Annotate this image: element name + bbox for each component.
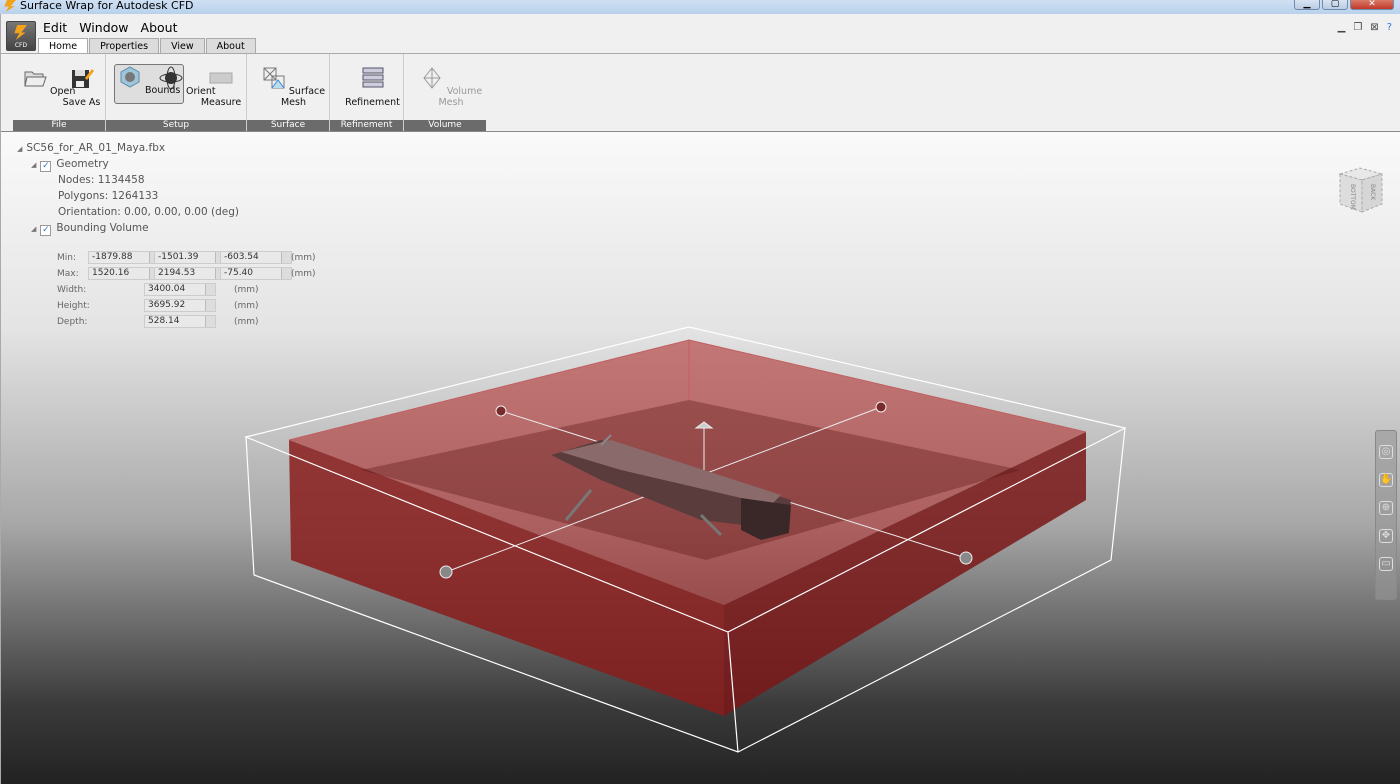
- group-surface: Surface Mesh Surface: [247, 54, 330, 131]
- group-setup: Bounds Orient Measure Setup: [106, 54, 247, 131]
- doc-minimize-icon[interactable]: ▁: [1338, 22, 1346, 33]
- depth-input[interactable]: 528.14: [144, 315, 216, 328]
- show-motion-icon[interactable]: ▭: [1379, 557, 1393, 571]
- tab-about[interactable]: About: [205, 38, 256, 54]
- view-cube[interactable]: BOTTOM BACK: [1336, 164, 1384, 214]
- axis-handle[interactable]: [875, 401, 887, 413]
- save-as-button[interactable]: Save As: [58, 66, 105, 108]
- width-label: Width:: [57, 285, 87, 295]
- geometry-orientation: Orientation: 0.00, 0.00, 0.00 (deg): [58, 206, 239, 218]
- volume-mesh-icon: [423, 67, 441, 89]
- bounding-volume-checkbox[interactable]: ✓: [40, 225, 52, 236]
- menu-edit[interactable]: Edit: [43, 20, 67, 35]
- group-file: Open Save As File: [13, 54, 106, 131]
- bounds-icon: [120, 66, 140, 88]
- max-z-input[interactable]: -75.40: [220, 267, 292, 280]
- app-menu-button[interactable]: CFD: [6, 21, 36, 51]
- geometry-checkbox[interactable]: ✓: [40, 161, 52, 172]
- min-x-input[interactable]: -1879.88: [88, 251, 160, 264]
- refinement-icon: [362, 67, 383, 88]
- ribbon: Open Save As File Bounds Orient Measure …: [1, 53, 1400, 132]
- max-x-input[interactable]: 1520.16: [88, 267, 160, 280]
- depth-label: Depth:: [57, 317, 88, 327]
- menu-about[interactable]: About: [141, 20, 178, 35]
- navigation-bar: ◎ ✋ ⊕ ✥ ▭: [1375, 430, 1397, 600]
- tree-bounding-volume[interactable]: ◢ ✓ Bounding Volume: [31, 220, 149, 236]
- zoom-icon[interactable]: ⊕: [1379, 501, 1393, 515]
- axis-handle[interactable]: [959, 551, 973, 565]
- group-refinement: Refinement Refinement: [330, 54, 404, 131]
- volume-mesh-button[interactable]: Volume Mesh: [416, 66, 486, 108]
- surface-mesh-button[interactable]: Surface Mesh: [258, 66, 329, 108]
- tree-geometry[interactable]: ◢ ✓ Geometry: [31, 156, 109, 172]
- unit-label: (mm): [234, 317, 259, 327]
- group-volume: Volume Mesh Volume: [404, 54, 486, 131]
- measure-button[interactable]: Measure: [196, 66, 246, 108]
- max-y-input[interactable]: 2194.53: [154, 267, 226, 280]
- scene: [244, 326, 1127, 753]
- close-button[interactable]: ✕: [1350, 0, 1394, 10]
- geometry-polygons: Polygons: 1264133: [58, 190, 159, 202]
- max-label: Max:: [57, 269, 79, 279]
- surface-mesh-icon: [263, 67, 285, 89]
- steering-wheel-icon[interactable]: ◎: [1379, 445, 1393, 459]
- height-input[interactable]: 3695.92: [144, 299, 216, 312]
- orbit-icon[interactable]: ✥: [1379, 529, 1393, 543]
- min-z-input[interactable]: -603.54: [220, 251, 292, 264]
- app-window: CFD Edit Window About ▁ ❐ ⊠ ? Home Prope…: [0, 14, 1400, 784]
- minimize-button[interactable]: ▁: [1294, 0, 1320, 10]
- unit-label: (mm): [234, 285, 259, 295]
- doc-close-icon[interactable]: ⊠: [1370, 22, 1378, 33]
- geometry-nodes: Nodes: 1134458: [58, 174, 145, 186]
- axis-handle[interactable]: [495, 405, 507, 417]
- min-label: Min:: [57, 253, 77, 263]
- window-title: Surface Wrap for Autodesk CFD: [20, 0, 194, 12]
- pan-hand-icon[interactable]: ✋: [1379, 473, 1393, 487]
- height-label: Height:: [57, 301, 90, 311]
- maximize-button[interactable]: ▢: [1322, 0, 1348, 10]
- refinement-button[interactable]: Refinement: [342, 66, 403, 108]
- save-icon: [71, 69, 94, 88]
- 3d-viewport[interactable]: ◢ SC56_for_AR_01_Maya.fbx ◢ ✓ Geometry Node…: [1, 132, 1400, 784]
- cfd-logo-icon: [14, 25, 27, 40]
- unit-label: (mm): [291, 253, 316, 263]
- tree-file[interactable]: ◢ SC56_for_AR_01_Maya.fbx: [17, 140, 165, 156]
- help-icon[interactable]: ?: [1387, 22, 1392, 33]
- width-input[interactable]: 3400.04: [144, 283, 216, 296]
- measure-icon: [209, 72, 233, 84]
- orient-icon: [159, 66, 183, 90]
- unit-label: (mm): [234, 301, 259, 311]
- doc-restore-icon[interactable]: ❐: [1353, 22, 1362, 33]
- viewcube-face-bottom[interactable]: BOTTOM: [1349, 184, 1356, 210]
- tab-view[interactable]: View: [160, 38, 205, 54]
- unit-label: (mm): [291, 269, 316, 279]
- tab-properties[interactable]: Properties: [89, 38, 160, 54]
- axis-handle[interactable]: [439, 565, 453, 579]
- viewcube-face-back[interactable]: BACK: [1369, 184, 1376, 201]
- min-y-input[interactable]: -1501.39: [154, 251, 226, 264]
- menu-window[interactable]: Window: [79, 20, 128, 35]
- folder-icon: [24, 71, 47, 87]
- title-bar: Surface Wrap for Autodesk CFD ▁ ▢ ✕: [0, 0, 1400, 14]
- app-icon: [4, 0, 16, 12]
